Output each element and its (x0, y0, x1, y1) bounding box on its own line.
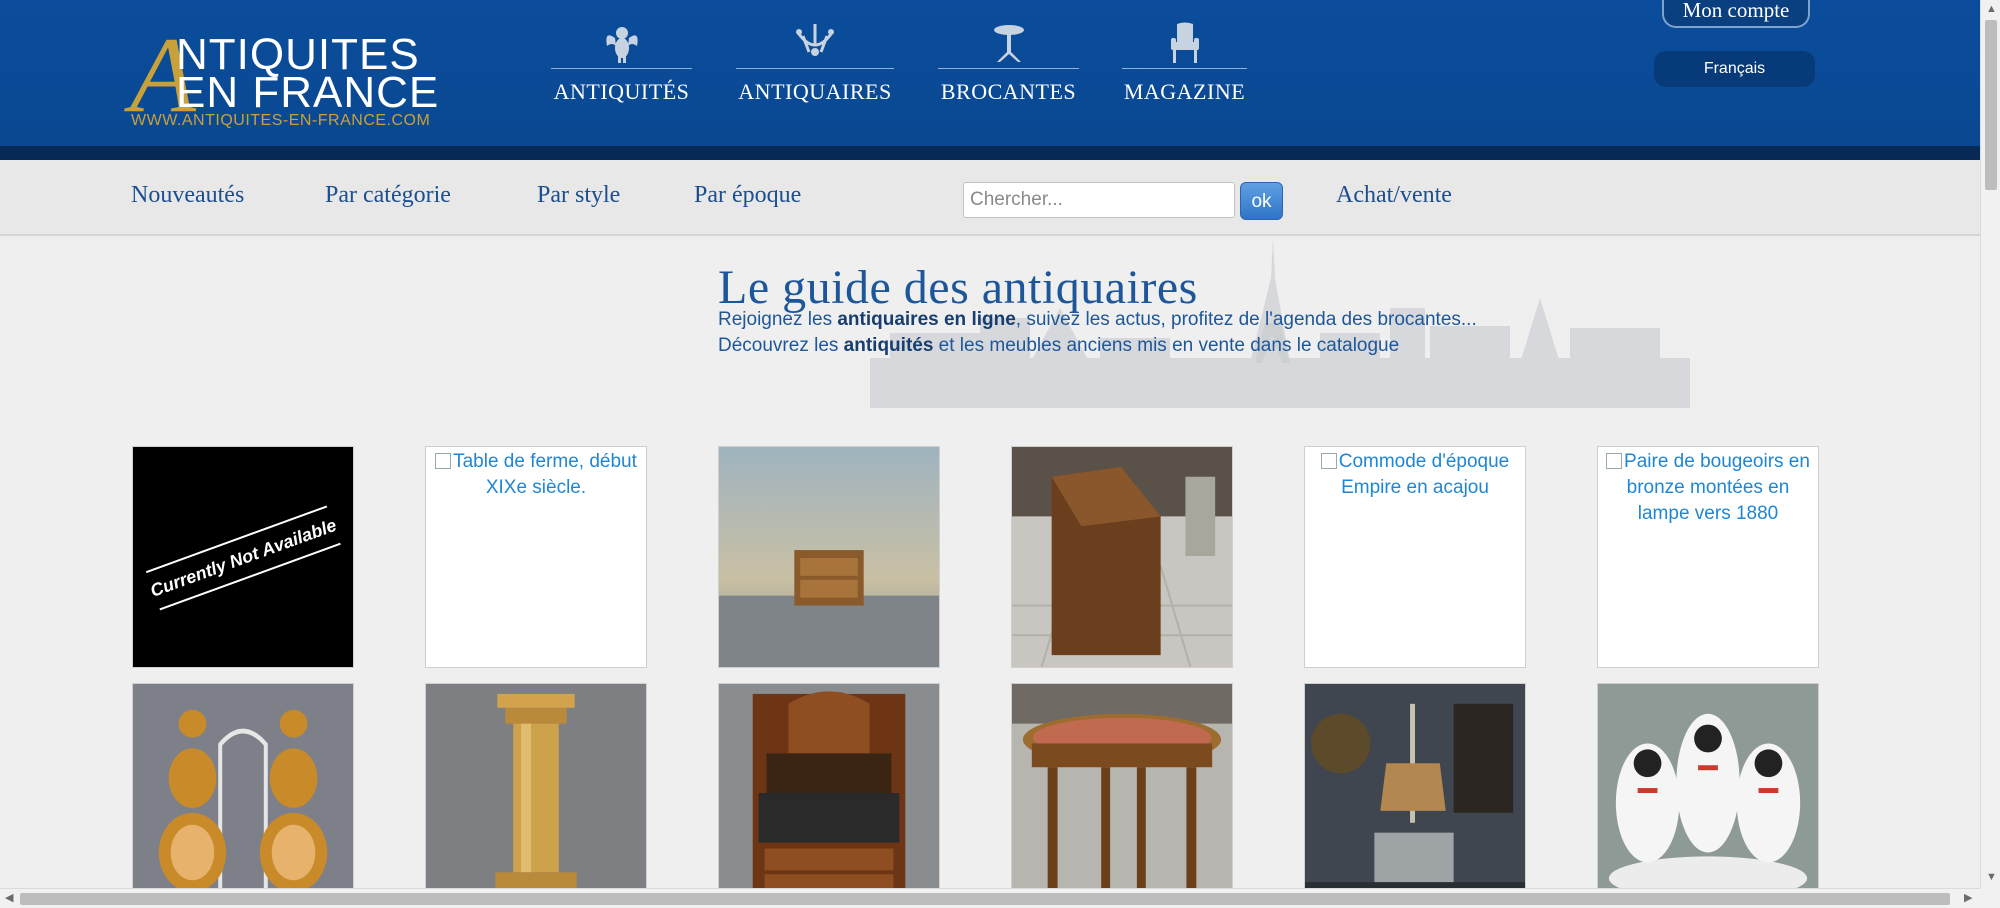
cherub-icon (602, 22, 642, 64)
product-tile[interactable] (1597, 683, 1819, 888)
broken-image-icon (1606, 453, 1623, 469)
broken-image-alt-text: Paire de bougeoirs en bronze montées en … (1602, 449, 1814, 527)
subnav-nouveautes[interactable]: Nouveautés (131, 182, 244, 209)
intro-line-2-bold: antiquités (843, 335, 934, 356)
nav-item-brocantes[interactable]: BROCANTES (938, 22, 1079, 105)
nav-item-antiquaires[interactable]: ANTIQUAIRES (736, 22, 894, 105)
subnav-par-epoque[interactable]: Par époque (694, 182, 801, 209)
search-ok-button[interactable]: ok (1240, 182, 1283, 220)
cameo-earrings-photo (133, 684, 353, 888)
broken-image-icon (1320, 453, 1337, 469)
nav-label: ANTIQUITÉS (553, 79, 690, 104)
chandelier-icon (795, 22, 835, 64)
tile-alt: Table de ferme, début XIXe siècle. (453, 451, 637, 498)
scroll-left-icon[interactable]: ◀ (5, 893, 13, 904)
tile-alt: Paire de bougeoirs en bronze montées en … (1624, 451, 1810, 524)
nav-separator (1122, 68, 1247, 69)
scrollbar-corner (1980, 888, 2000, 908)
intro-line-1: Rejoignez les antiquaires en ligne, suiv… (718, 309, 1477, 331)
bouillotte-lamp-photo (1305, 684, 1525, 888)
horizontal-scroll-thumb[interactable] (20, 893, 1950, 905)
site-logo[interactable]: A NTIQUITES EN FRANCE WWW.ANTIQUITES-EN-… (130, 22, 450, 132)
tile-alt: Commode d'époque Empire en acajou (1338, 451, 1510, 498)
armchair-icon (1165, 22, 1205, 64)
vertical-scrollbar[interactable]: ▲ ▼ (1980, 0, 2000, 888)
product-tile[interactable]: Paire de bougeoirs en bronze montées en … (1597, 446, 1819, 668)
nav-separator (938, 68, 1079, 69)
guide-title: Le guide des antiquaires (718, 261, 1198, 314)
site-header: A NTIQUITES EN FRANCE WWW.ANTIQUITES-EN-… (0, 0, 1980, 146)
logo-url: WWW.ANTIQUITES-EN-FRANCE.COM (131, 112, 431, 129)
subnav-achat-vente[interactable]: Achat/vente (1336, 182, 1452, 209)
secretaire-photo (719, 684, 939, 888)
porcelain-dogs-photo (1598, 684, 1818, 888)
account-label: Mon compte (1682, 0, 1790, 22)
subnav-par-categorie[interactable]: Par catégorie (325, 182, 451, 209)
intro-line-1-text-a: Rejoignez les (718, 309, 838, 330)
main-content: Le guide des antiquaires Rejoignez les a… (0, 238, 1980, 888)
intro-line-2-text-a: Découvrez les (718, 335, 844, 356)
product-tile[interactable] (1011, 683, 1233, 888)
secretary-desk-photo (1012, 447, 1232, 667)
scroll-up-icon[interactable]: ▲ (1986, 4, 1997, 15)
account-menu[interactable]: Mon compte (1652, 0, 1820, 28)
logo-line-2: EN FRANCE (176, 68, 440, 117)
nav-item-magazine[interactable]: MAGAZINE (1122, 22, 1247, 105)
currently-not-available-image: Currently Not Available (133, 447, 353, 667)
product-tile[interactable]: Currently Not Available (132, 446, 354, 668)
product-tile[interactable] (425, 683, 647, 888)
intro-line-2: Découvrez les antiquités et les meubles … (718, 335, 1399, 357)
vertical-scroll-thumb[interactable] (1985, 20, 1997, 190)
search-input[interactable] (963, 182, 1235, 218)
subnav-par-style[interactable]: Par style (537, 182, 620, 209)
broken-image-alt-text: Commode d'époque Empire en acajou (1309, 449, 1521, 501)
nav-label: BROCANTES (940, 79, 1077, 104)
product-tile[interactable] (1011, 446, 1233, 668)
product-tile[interactable]: Table de ferme, début XIXe siècle. (425, 446, 647, 668)
nav-separator (551, 68, 692, 69)
broken-image-icon (435, 453, 452, 469)
nav-item-antiquites[interactable]: ANTIQUITÉS (551, 22, 692, 105)
intro-line-2-text-c: et les meubles anciens mis en vente dans… (933, 335, 1400, 356)
broken-image-alt-text: Table de ferme, début XIXe siècle. (430, 449, 642, 501)
nav-label: MAGAZINE (1123, 79, 1246, 104)
product-tile[interactable] (132, 683, 354, 888)
horizontal-scrollbar[interactable]: ◀ ▶ (0, 888, 1980, 908)
header-bottom-strip (0, 146, 1980, 160)
small-commode-photo (719, 447, 939, 667)
scroll-right-icon[interactable]: ▶ (1964, 893, 1972, 904)
intro-line-1-bold: antiquaires en ligne (837, 309, 1016, 330)
marble-column-photo (426, 684, 646, 888)
product-tile[interactable] (718, 683, 940, 888)
round-table-photo (1012, 684, 1232, 888)
nav-separator (736, 68, 894, 69)
product-tile[interactable] (1304, 683, 1526, 888)
product-tile[interactable]: Commode d'époque Empire en acajou (1304, 446, 1526, 668)
gueridon-icon (989, 22, 1029, 64)
scroll-down-icon[interactable]: ▼ (1986, 872, 1997, 883)
language-button[interactable]: Français (1654, 51, 1815, 87)
nav-label: ANTIQUAIRES (738, 79, 892, 104)
product-tile[interactable] (718, 446, 940, 668)
intro-line-1-text-c: , suivez les actus, profitez de l'agenda… (1015, 309, 1477, 330)
